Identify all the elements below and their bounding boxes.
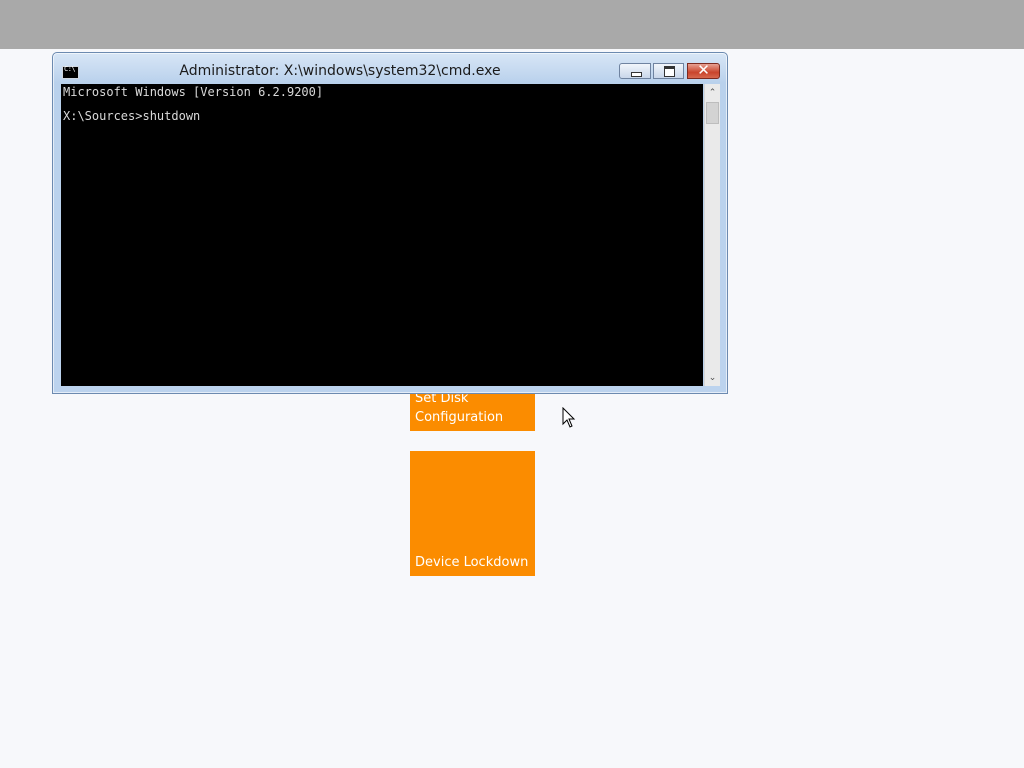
console-output[interactable]: Microsoft Windows [Version 6.2.9200] X:\… (61, 84, 703, 386)
scroll-down-button[interactable]: ⌄ (705, 369, 720, 386)
device-lockdown-label: Device Lockdown (415, 555, 529, 570)
vertical-scrollbar[interactable]: ⌃ ⌄ (704, 84, 720, 386)
close-icon: ✕ (697, 61, 710, 79)
minimize-button[interactable] (619, 63, 651, 79)
top-bar (0, 0, 1024, 49)
close-button[interactable]: ✕ (687, 61, 720, 79)
cmd-window[interactable]: C:\ Administrator: X:\windows\system32\c… (52, 52, 728, 394)
maximize-icon (664, 66, 675, 77)
device-lockdown-tile[interactable]: Device Lockdown (410, 451, 535, 576)
scroll-thumb[interactable] (706, 102, 719, 124)
scroll-up-button[interactable]: ⌃ (705, 84, 720, 101)
minimize-icon (631, 72, 642, 77)
mouse-pointer-icon (562, 407, 576, 428)
set-disk-configuration-label: Set Disk Configuration (415, 391, 504, 425)
window-titlebar[interactable]: C:\ Administrator: X:\windows\system32\c… (53, 53, 727, 85)
console-line: X:\Sources>shutdown (63, 109, 201, 123)
maximize-button[interactable] (653, 63, 684, 79)
console-line: Microsoft Windows [Version 6.2.9200] (63, 85, 324, 99)
